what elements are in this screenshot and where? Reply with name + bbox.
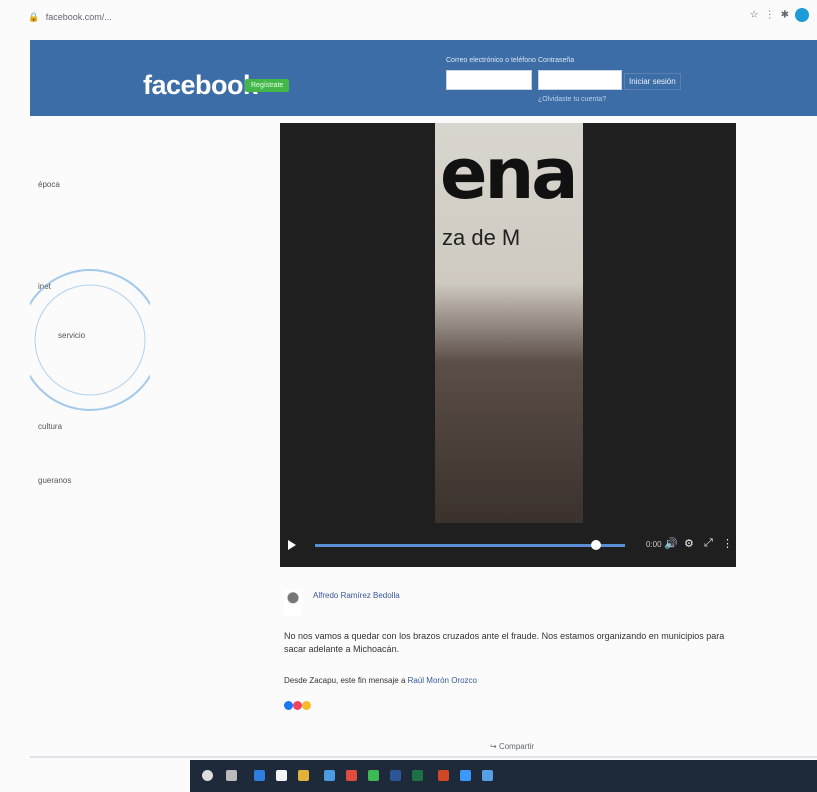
avatar[interactable] [284,590,302,616]
app-icon[interactable] [482,770,493,781]
profile-icon[interactable] [795,8,809,22]
time-display: 0:00 [646,540,662,549]
email-field[interactable] [446,70,532,90]
password-label: Contraseña [538,57,575,64]
lock-icon: 🔒 [28,12,40,22]
mail-icon[interactable] [324,770,335,781]
mention-link[interactable]: Raúl Morón Orozco [408,676,477,685]
firefox-icon[interactable] [346,770,357,781]
post-text-2: Desde Zacapu, este fin mensaje a Raúl Mo… [284,676,477,685]
password-field[interactable] [538,70,622,90]
powerpoint-icon[interactable] [438,770,449,781]
photos-icon[interactable] [460,770,471,781]
extension-icon[interactable]: ✱ [781,10,795,21]
word-icon[interactable] [390,770,401,781]
forgot-account-link[interactable]: ¿Olvidaste tu cuenta? [538,96,606,103]
search-icon[interactable] [202,770,213,781]
haha-reaction-icon [302,701,312,710]
reactions[interactable] [284,701,312,712]
video-controls: 0:00 🔊 ⚙ ⤢ ⋮ [280,523,736,567]
post-text: No nos vamos a quedar con los brazos cru… [284,631,725,654]
register-button[interactable]: Regístrate [245,79,290,92]
edge-icon[interactable] [254,770,265,781]
star-icon[interactable]: ☆ [750,10,765,21]
share-label: Compartir [498,742,535,751]
love-reaction-icon [293,701,303,710]
login-button[interactable]: Iniciar sesión [624,73,681,90]
url-text: facebook.com/... [45,12,112,22]
progress-bar[interactable] [315,540,625,550]
facebook-logo[interactable]: facebook [143,70,258,101]
browser-toolbar-icons: ☆⋮✱ [750,8,809,22]
like-reaction-icon [284,701,293,710]
post-author[interactable]: Alfredo Ramírez Bedolla [313,591,400,600]
share-icon: ↪ [490,742,499,751]
menu-icon[interactable]: ⋮ [765,10,781,21]
play-icon[interactable] [288,540,296,550]
address-bar[interactable]: 🔒 facebook.com/... [28,12,112,23]
share-button[interactable]: ↪ Compartir [490,742,534,751]
task-view-icon[interactable] [226,770,237,781]
file-explorer-icon[interactable] [298,770,309,781]
excel-icon[interactable] [412,770,423,781]
fullscreen-icon[interactable]: ⤢ [704,537,713,550]
store-icon[interactable] [276,770,287,781]
email-label: Correo electrónico o teléfono [446,57,536,64]
banner-text: ena [440,133,579,215]
divider [30,756,817,758]
banner-subtext: za de M [442,225,521,250]
progress-knob[interactable] [591,540,601,550]
left-text-5: gueranos [38,476,72,485]
settings-icon[interactable]: ⚙ [684,537,694,550]
video-player[interactable]: ena za de M 0:00 🔊 ⚙ ⤢ ⋮ [280,123,736,567]
more-icon[interactable]: ⋮ [722,537,733,550]
post-text-2-prefix: Desde Zacapu, este fin mensaje a [284,676,408,685]
taskbar [190,760,817,792]
chrome-icon[interactable] [368,770,379,781]
stamp-watermark [30,269,150,411]
volume-icon[interactable]: 🔊 [664,537,678,550]
